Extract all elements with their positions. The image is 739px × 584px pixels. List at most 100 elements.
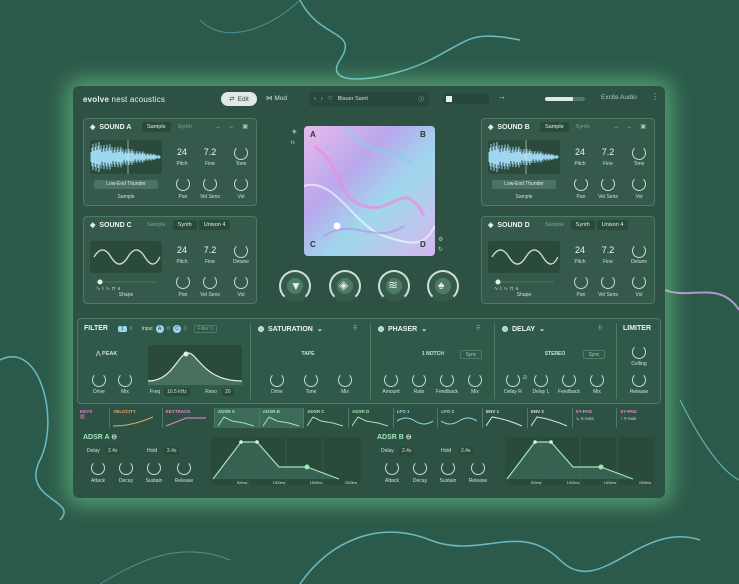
- sound-b-toolbar-icons[interactable]: → ← ▣: [613, 123, 649, 130]
- refresh-icon[interactable]: ↻: [438, 246, 443, 253]
- vol-knob[interactable]: [632, 275, 646, 289]
- tone-knob[interactable]: [632, 146, 646, 160]
- filter-curve[interactable]: [148, 345, 242, 385]
- saturation-mode[interactable]: TAPE: [278, 351, 338, 357]
- mod-tab-env1[interactable]: ENV 1: [483, 408, 528, 428]
- vel-sens-knob[interactable]: [601, 275, 615, 289]
- shape-slider[interactable]: ∿ ⌇ ∿ ⊓ ∧: [92, 279, 160, 291]
- filter-slot-2[interactable]: II: [130, 326, 133, 332]
- next-preset-icon[interactable]: ›: [321, 96, 323, 102]
- mod-tab-adsr-c[interactable]: ADSR C: [304, 408, 349, 428]
- tab-sample[interactable]: Sample: [540, 122, 569, 132]
- filter-mix-knob[interactable]: [118, 373, 132, 387]
- sat-tone-knob[interactable]: [304, 373, 318, 387]
- input-d-toggle[interactable]: D: [184, 326, 188, 332]
- vol-knob[interactable]: [234, 177, 248, 191]
- power-icon[interactable]: [378, 326, 384, 332]
- delay-feedback-knob[interactable]: [562, 373, 576, 387]
- sat-drive-knob[interactable]: [270, 373, 284, 387]
- macro-knob-c[interactable]: ≋: [378, 270, 410, 302]
- heart-icon[interactable]: ♡: [328, 96, 333, 102]
- prev-preset-icon[interactable]: ‹: [314, 96, 316, 102]
- delay-sync-button[interactable]: Sync: [583, 350, 605, 359]
- input-a-toggle[interactable]: A: [155, 325, 164, 333]
- phaser-amount-knob[interactable]: [384, 373, 398, 387]
- link-icon[interactable]: ⊖: [111, 434, 117, 441]
- mod-tab-velocity[interactable]: VELOCITY: [110, 408, 163, 428]
- edit-button[interactable]: ⇄ Edit: [221, 92, 257, 106]
- macro-knob-a[interactable]: ▼: [279, 270, 311, 302]
- phaser-mix-knob[interactable]: [468, 373, 482, 387]
- fx-icon[interactable]: fx: [291, 140, 295, 146]
- link-icon[interactable]: ⊖: [406, 434, 412, 441]
- pan-knob[interactable]: [176, 177, 190, 191]
- delay-value[interactable]: 2.4s: [105, 447, 121, 455]
- saturation-title[interactable]: SATURATION ⌄: [258, 325, 323, 333]
- reso-value[interactable]: 20: [222, 388, 234, 396]
- sample-selector[interactable]: Low-End Thunder: [94, 180, 158, 189]
- mod-button[interactable]: ⋈ Mod: [266, 94, 287, 102]
- decay-knob[interactable]: [413, 461, 427, 475]
- tab-synth[interactable]: Synth: [172, 220, 197, 230]
- layers-icon[interactable]: ◈: [292, 128, 297, 135]
- phaser-sync-button[interactable]: Sync: [460, 350, 482, 359]
- link-icon[interactable]: ⧄: [523, 375, 527, 382]
- vel-sens-knob[interactable]: [203, 177, 217, 191]
- input-b-toggle[interactable]: B: [167, 326, 170, 332]
- detune-knob[interactable]: [632, 244, 646, 258]
- phaser-mode[interactable]: 1 NOTCH: [408, 351, 458, 357]
- volume-slider[interactable]: [545, 97, 585, 101]
- delay-mix-knob[interactable]: [590, 373, 604, 387]
- tone-knob[interactable]: [234, 146, 248, 160]
- macro-knob-b[interactable]: ◈: [329, 270, 361, 302]
- delay-title[interactable]: DELAY ⌄: [502, 325, 545, 333]
- mod-tab-xy-y[interactable]: XY-PAD ↑ Y-Axis: [617, 408, 661, 428]
- delay-value[interactable]: 2.4s: [399, 447, 415, 455]
- vol-knob[interactable]: [234, 275, 248, 289]
- shape-slider[interactable]: ∿ ⌇ ∿ ⊓ ∧: [490, 279, 558, 291]
- adsr-b-graph[interactable]: [505, 437, 655, 485]
- xy-pad[interactable]: [304, 126, 435, 256]
- power-icon[interactable]: [502, 326, 508, 332]
- hold-value[interactable]: 2.4s: [458, 447, 474, 455]
- phaser-title[interactable]: PHASER ⌄: [378, 325, 427, 333]
- sound-a-toolbar-icons[interactable]: → ← ▣: [215, 123, 251, 130]
- mod-tab-env2[interactable]: ENV 2: [528, 408, 573, 428]
- unison-control[interactable]: Unison 4: [198, 220, 231, 230]
- phaser-rate-knob[interactable]: [412, 373, 426, 387]
- tab-sample[interactable]: Sample: [540, 220, 569, 230]
- info-icon[interactable]: ⓘ: [418, 95, 424, 103]
- sustain-knob[interactable]: [441, 461, 455, 475]
- power-icon[interactable]: [258, 326, 264, 332]
- menu-icon[interactable]: ⋮: [651, 92, 659, 101]
- freq-value[interactable]: 10.5 kHz: [164, 388, 190, 396]
- drag-handle-icon[interactable]: ⠿: [476, 325, 480, 332]
- sat-mix-knob[interactable]: [338, 373, 352, 387]
- tab-sample[interactable]: Sample: [142, 220, 171, 230]
- detune-knob[interactable]: [234, 244, 248, 258]
- tab-synth[interactable]: Synth: [173, 122, 197, 132]
- tab-synth[interactable]: Synth: [571, 122, 595, 132]
- release-knob[interactable]: [177, 461, 191, 475]
- input-c-toggle[interactable]: C: [173, 325, 182, 333]
- mod-tab-keytrack[interactable]: KEYTRACK: [163, 408, 215, 428]
- adsr-a-graph[interactable]: [211, 437, 361, 485]
- macro-knob-d[interactable]: ♠: [427, 270, 459, 302]
- mod-tab-adsr-a[interactable]: ADSR A: [214, 408, 260, 428]
- xy-pad-cursor[interactable]: [333, 222, 341, 230]
- attack-knob[interactable]: [91, 461, 105, 475]
- release-knob[interactable]: [471, 461, 485, 475]
- delay-mode[interactable]: STEREO: [533, 351, 577, 357]
- filter-type[interactable]: ⋀ PEAK: [96, 351, 117, 357]
- limiter-release-knob[interactable]: [632, 373, 646, 387]
- hold-value[interactable]: 2.4s: [164, 447, 180, 455]
- decay-knob[interactable]: [119, 461, 133, 475]
- delay-l-knob[interactable]: [534, 373, 548, 387]
- attack-knob[interactable]: [385, 461, 399, 475]
- mod-tab-keys[interactable]: KEYS ▥: [77, 408, 111, 428]
- pan-knob[interactable]: [574, 275, 588, 289]
- settings-icon[interactable]: ⚙: [438, 236, 443, 243]
- pan-knob[interactable]: [176, 275, 190, 289]
- mod-tab-adsr-b[interactable]: ADSR B: [259, 408, 305, 428]
- filter-ii-button[interactable]: Filter II: [193, 325, 217, 333]
